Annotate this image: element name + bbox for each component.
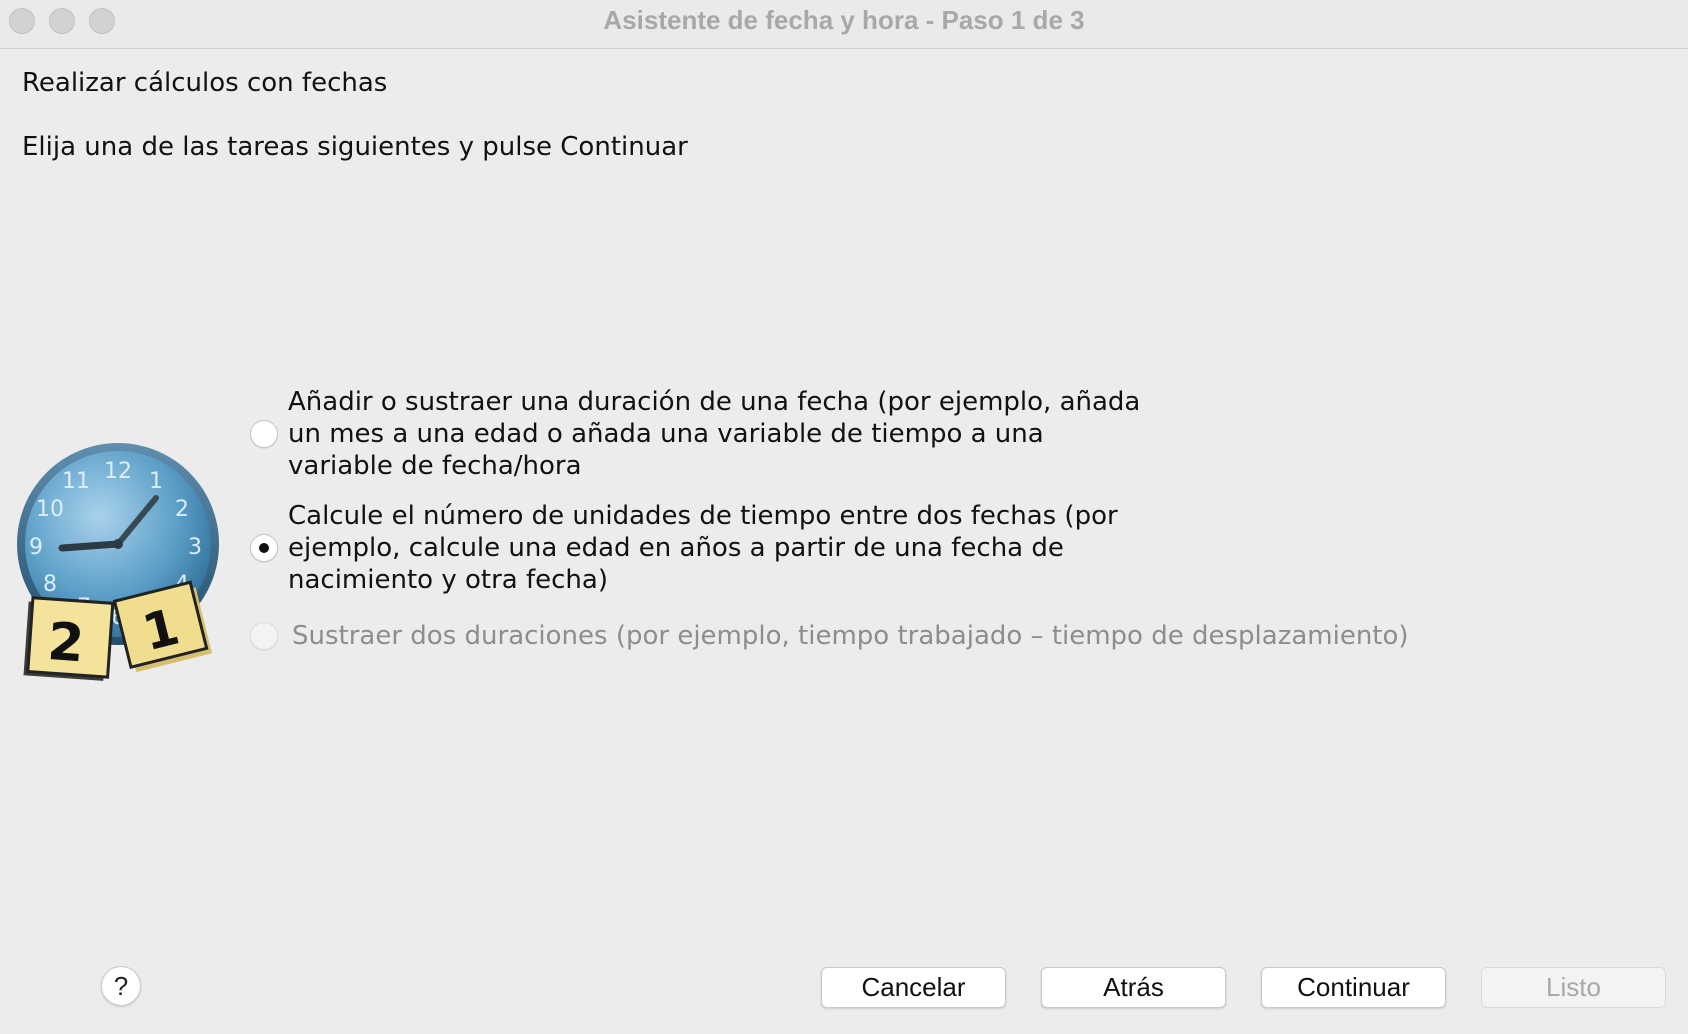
title-bar: Asistente de fecha y hora - Paso 1 de 3: [0, 0, 1688, 49]
radio-button[interactable]: [250, 420, 278, 448]
clock-numeral: 11: [62, 469, 90, 494]
clock-numeral: 2: [175, 497, 189, 522]
cancel-button[interactable]: Cancelar: [821, 967, 1006, 1008]
clock-calendar-icon: 12 1 2 3 4 5 6 7 8 9 10 11 2 1: [17, 443, 219, 681]
radio-button-disabled: [250, 622, 278, 650]
option-label[interactable]: Calcule el número de unidades de tiempo …: [288, 500, 1148, 596]
option-label: Sustraer dos duraciones (por ejemplo, ti…: [292, 621, 1409, 651]
clock-numeral: 3: [188, 535, 202, 560]
back-button[interactable]: Atrás: [1041, 967, 1226, 1008]
finish-button: Listo: [1481, 967, 1666, 1008]
option-label[interactable]: Añadir o sustraer una duración de una fe…: [288, 386, 1148, 482]
continue-button[interactable]: Continuar: [1261, 967, 1446, 1008]
clock-numeral: 8: [43, 572, 57, 597]
window-title: Asistente de fecha y hora - Paso 1 de 3: [603, 5, 1085, 35]
help-button[interactable]: ?: [101, 966, 141, 1006]
page-heading: Realizar cálculos con fechas: [22, 68, 388, 98]
instruction-text: Elija una de las tareas siguientes y pul…: [22, 132, 688, 162]
clock-numeral: 9: [29, 535, 43, 560]
calendar-digit: 2: [46, 612, 86, 674]
clock-numeral: 12: [104, 459, 132, 484]
clock-numeral: 1: [149, 469, 163, 494]
clock-numeral: 10: [36, 497, 64, 522]
radio-button-selected[interactable]: [250, 534, 278, 562]
calendar-page-2: 2: [23, 596, 115, 681]
hour-hand: [58, 540, 122, 552]
